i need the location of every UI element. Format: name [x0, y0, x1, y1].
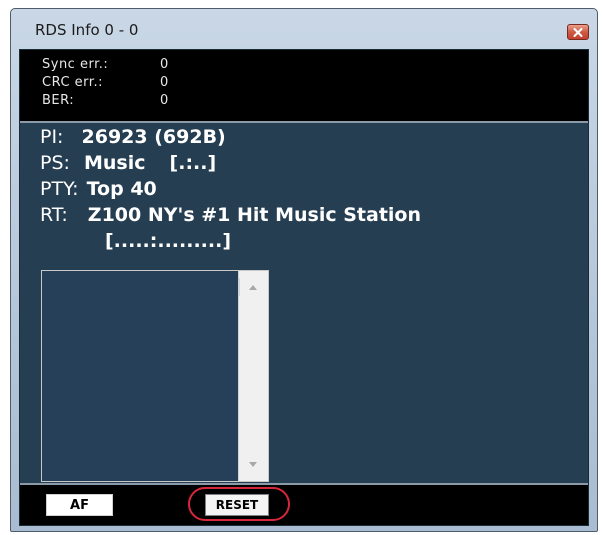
- rds-info-window: RDS Info 0 - 0 Sync err.: 0 CRC err.: 0 …: [10, 8, 598, 532]
- scroll-up-arrow-icon[interactable]: [249, 285, 257, 290]
- close-icon: [573, 27, 583, 37]
- rds-text-listbox[interactable]: [41, 270, 269, 482]
- sync-error-value: 0: [160, 57, 169, 72]
- pty-row: PTY: Top 40: [40, 178, 157, 200]
- title-bar[interactable]: RDS Info 0 - 0: [11, 9, 597, 49]
- sync-error-label: Sync err.:: [42, 57, 109, 72]
- ps-value: Music: [83, 152, 146, 174]
- pty-label: PTY:: [40, 178, 79, 200]
- crc-error-row: CRC err.: 0: [42, 75, 168, 90]
- rt-flags: [.....:.........]: [105, 230, 232, 252]
- ber-row: BER: 0: [42, 93, 168, 108]
- button-bar: AF RESET: [20, 483, 588, 525]
- window-title: RDS Info 0 - 0: [35, 21, 139, 39]
- close-button[interactable]: [567, 24, 589, 40]
- sync-error-row: Sync err.: 0: [42, 57, 168, 72]
- pty-value: Top 40: [86, 178, 157, 200]
- text-caret: [239, 278, 240, 296]
- af-button[interactable]: AF: [46, 494, 113, 516]
- rds-panel: Sync err.: 0 CRC err.: 0 BER: 0 PI: 2692…: [19, 49, 589, 526]
- ps-label: PS:: [40, 152, 70, 174]
- reset-button[interactable]: RESET: [205, 494, 269, 516]
- error-stats-panel: Sync err.: 0 CRC err.: 0 BER: 0: [20, 50, 588, 123]
- ps-row: PS: Music [.:..]: [40, 152, 216, 174]
- crc-error-value: 0: [160, 75, 169, 90]
- rt-value: Z100 NY's #1 Hit Music Station: [87, 204, 422, 226]
- pi-row: PI: 26923 (692B): [40, 126, 226, 148]
- pi-value: 26923 (692B): [81, 126, 226, 148]
- listbox-scrollbar[interactable]: [238, 271, 268, 481]
- pi-label: PI:: [40, 126, 64, 148]
- ber-label: BER:: [42, 93, 75, 108]
- scroll-down-arrow-icon[interactable]: [249, 462, 257, 467]
- crc-error-label: CRC err.:: [42, 75, 103, 90]
- rt-label: RT:: [40, 204, 68, 226]
- ber-value: 0: [160, 93, 169, 108]
- ps-flags: [.:..]: [169, 152, 217, 174]
- rt-row: RT: Z100 NY's #1 Hit Music Station: [40, 204, 421, 226]
